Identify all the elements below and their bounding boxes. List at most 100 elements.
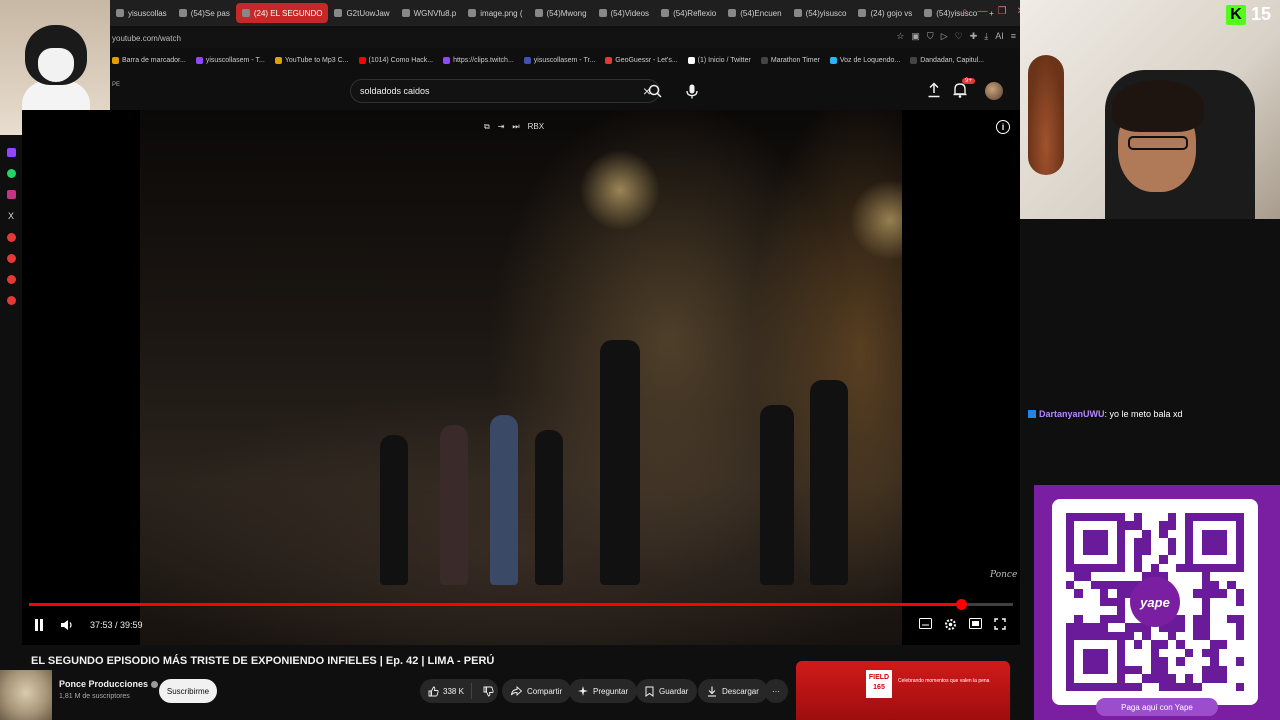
bookmark-favicon-icon: [358, 56, 366, 64]
restore-icon[interactable]: ❐: [998, 6, 1007, 17]
enter-icon[interactable]: ⇥: [498, 122, 505, 132]
channel-name[interactable]: Ponce Producciones: [59, 679, 159, 689]
tab-favicon-icon: [598, 9, 607, 17]
opera-icon[interactable]: [6, 233, 16, 242]
extension-icon[interactable]: ▣: [911, 31, 920, 42]
streamer-webcam-overlay: [1020, 0, 1280, 219]
upload-button[interactable]: [927, 82, 941, 103]
dislike-button[interactable]: [477, 686, 494, 697]
bookmark-icon[interactable]: ☆: [896, 31, 904, 42]
bookmark-item[interactable]: yisuscollasem - T...: [195, 56, 265, 64]
browser-tab[interactable]: (54)Mwong: [529, 3, 593, 23]
browser-tab[interactable]: (54)Encuen: [722, 3, 787, 23]
play-icon[interactable]: ▷: [941, 31, 948, 42]
channel-avatar[interactable]: [0, 670, 52, 720]
share-button[interactable]: Compartir: [502, 679, 572, 703]
browser-tab[interactable]: (54)Videos: [593, 3, 656, 23]
bookmark-item[interactable]: https://clips.twitch...: [443, 56, 514, 64]
sparkle-icon: [578, 686, 588, 696]
microphone-icon: [686, 84, 698, 98]
theater-mode-icon[interactable]: [969, 618, 982, 629]
progress-scrubber[interactable]: [956, 599, 968, 610]
copy-icon[interactable]: ⧉: [484, 122, 490, 132]
search-button[interactable]: [645, 81, 665, 101]
like-button[interactable]: 338 K: [420, 683, 472, 699]
tab-label: G2tUowJaw: [346, 8, 390, 18]
heart-icon[interactable]: ♡: [955, 31, 963, 42]
menu-icon[interactable]: ≡: [1011, 31, 1016, 42]
notifications-button[interactable]: [953, 82, 967, 103]
voice-search-button[interactable]: [682, 81, 702, 101]
browser-tab[interactable]: (24) gojo vs: [852, 3, 918, 23]
ad-banner[interactable]: FIELD 165 Celebrando momentos que valen …: [796, 661, 1010, 720]
browser-tab[interactable]: G2tUowJaw: [328, 3, 395, 23]
ask-label: Preguntar: [593, 686, 629, 696]
history-icon[interactable]: [6, 254, 16, 263]
cat-face: [38, 48, 74, 82]
browser-tab[interactable]: (54)Reflexio: [655, 3, 722, 23]
x-icon[interactable]: X: [8, 211, 14, 221]
browser-tab[interactable]: (54)yisusco: [788, 3, 853, 23]
browser-tab[interactable]: image.png (: [462, 3, 528, 23]
bookmark-item[interactable]: Voz de Loquendo...: [829, 56, 900, 64]
twitch-icon[interactable]: [6, 148, 16, 157]
extensions-side-icon[interactable]: [6, 275, 16, 284]
stream-overlay-background: [1020, 219, 1034, 720]
bookmark-item[interactable]: GeoGuessr - Let's...: [605, 56, 678, 64]
ai-icon[interactable]: AI: [995, 31, 1004, 42]
pause-button[interactable]: [34, 619, 44, 633]
save-button[interactable]: Guardar: [636, 679, 698, 703]
bookmark-item[interactable]: Barra de marcador...: [112, 56, 186, 64]
search-input[interactable]: soldadods caidos ×: [350, 79, 660, 103]
bookmark-label: https://clips.twitch...: [453, 56, 514, 64]
download-icon[interactable]: ⤓: [984, 31, 988, 42]
browser-tab[interactable]: (54)Se pas: [173, 3, 236, 23]
subtitles-icon[interactable]: [919, 618, 932, 629]
address-bar[interactable]: youtube.com/watch ☆ ▣ ⛉ ▷ ♡ ✚ ⤓ AI ≡: [110, 28, 1020, 48]
figure: [490, 415, 518, 585]
ad-tagline: Celebrando momentos que valen la pena: [898, 678, 990, 684]
url-text[interactable]: youtube.com/watch: [112, 34, 181, 43]
subscriber-count: 1,81 M de suscriptores: [59, 693, 130, 700]
player-right-controls: [919, 618, 1006, 631]
account-avatar[interactable]: [985, 82, 1003, 100]
settings-gear-icon[interactable]: [944, 618, 957, 631]
minimize-icon[interactable]: —: [978, 6, 988, 17]
skip-icon[interactable]: ⏭: [512, 122, 519, 132]
bookmark-item[interactable]: yisuscollasem - Tr...: [523, 56, 595, 64]
search-query[interactable]: soldadods caidos: [360, 86, 430, 96]
browser-tab[interactable]: (24) EL SEGUNDO: [235, 3, 329, 23]
video-title: EL SEGUNDO EPISODIO MÁS TRISTE DE EXPONI…: [31, 655, 495, 667]
puzzle-icon[interactable]: ✚: [970, 31, 978, 42]
tab-favicon-icon: [858, 9, 867, 17]
volume-button[interactable]: [60, 619, 72, 633]
save-label: Guardar: [659, 686, 689, 696]
ask-button[interactable]: Preguntar: [569, 679, 638, 703]
search-tabs-icon[interactable]: ⌕: [962, 6, 968, 17]
bookmark-favicon-icon: [274, 56, 282, 64]
bookmark-favicon-icon: [195, 56, 203, 64]
bookmark-item[interactable]: (1014) Como Hack...: [358, 56, 433, 64]
fullscreen-icon[interactable]: [994, 618, 1006, 630]
subscribe-button[interactable]: Suscribirme: [159, 679, 217, 703]
channel-name-text[interactable]: Ponce Producciones: [59, 679, 148, 689]
bookmark-item[interactable]: Marathon Timer: [760, 56, 820, 64]
bookmark-favicon-icon: [523, 56, 531, 64]
settings-side-icon[interactable]: [6, 296, 16, 305]
progress-bar[interactable]: [29, 599, 1013, 610]
browser-tab[interactable]: yisuscollas: [110, 3, 173, 23]
video-player[interactable]: ⧉ ⇥ ⏭ RBX i Ponce 37:53 / 39:59: [22, 110, 1020, 645]
bookmark-item[interactable]: Dandadan, Capitul...: [910, 56, 984, 64]
more-actions-button[interactable]: ···: [764, 679, 788, 703]
info-icon[interactable]: i: [996, 120, 1010, 134]
overlay-label[interactable]: RBX: [528, 122, 544, 132]
download-arrow-icon: [708, 686, 716, 697]
shield-icon[interactable]: ⛉: [927, 31, 934, 42]
bookmark-item[interactable]: YouTube to Mp3 C...: [274, 56, 349, 64]
browser-tab[interactable]: WGNVfu8.p: [396, 3, 463, 23]
download-button[interactable]: Descargar: [698, 679, 768, 703]
instagram-icon[interactable]: [6, 190, 16, 199]
tab-label: image.png (: [480, 8, 523, 18]
bookmark-item[interactable]: (1) Inicio / Twitter: [687, 56, 751, 64]
whatsapp-icon[interactable]: [6, 169, 16, 178]
